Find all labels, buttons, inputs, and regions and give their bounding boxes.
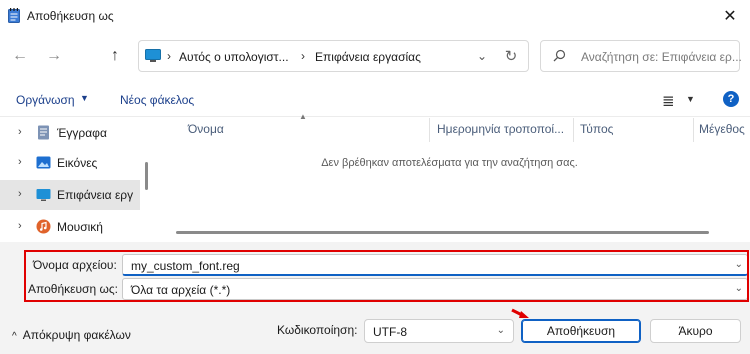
chevron-up-icon: ^ [12, 331, 17, 342]
encoding-label: Κωδικοποίηση: [277, 323, 358, 337]
up-arrow-icon: ↑ [111, 47, 119, 64]
column-header-date[interactable]: Ημερομηνία τροποποί... [437, 122, 564, 140]
breadcrumb-separator: › [301, 49, 305, 63]
sort-ascending-icon: ▲ [299, 112, 307, 121]
chevron-right-icon[interactable]: › [18, 126, 22, 138]
sidebar-item-label: Εικόνες [57, 156, 98, 170]
new-folder-button[interactable]: Νέος φάκελος [120, 93, 194, 107]
desktop-icon [36, 189, 51, 201]
command-bar: Οργάνωση ▼ Νέος φάκελος ≣ ▼ ? [0, 83, 750, 117]
back-button[interactable]: ← [6, 42, 34, 70]
forward-arrow-icon: → [46, 47, 62, 64]
chevron-down-icon: ⌄ [496, 325, 505, 336]
column-divider[interactable] [693, 118, 694, 142]
help-icon: ? [727, 93, 735, 105]
forward-button[interactable]: → [40, 42, 68, 70]
annotation-highlight-box [24, 250, 749, 302]
title-bar: Αποθήκευση ως ✕ [0, 0, 750, 32]
breadcrumb-separator: › [167, 49, 171, 63]
organize-button[interactable]: Οργάνωση [16, 93, 75, 107]
sidebar-item-label: Επιφάνεια εργ [57, 188, 134, 202]
chevron-down-icon: ⌄ [476, 49, 488, 63]
column-divider[interactable] [429, 118, 430, 142]
breadcrumb-desktop[interactable]: Επιφάνεια εργασίας [315, 50, 421, 64]
documents-icon [38, 125, 49, 140]
cancel-button[interactable]: Άκυρο [650, 319, 741, 343]
notepad-icon [8, 8, 20, 23]
search-icon [553, 49, 566, 62]
annotation-arrow-icon [511, 308, 529, 318]
back-arrow-icon: ← [12, 47, 28, 64]
close-button[interactable]: ✕ [710, 0, 750, 32]
pictures-icon [36, 156, 51, 169]
window-title: Αποθήκευση ως [27, 9, 114, 23]
caret-down-icon[interactable]: ▼ [686, 94, 695, 104]
chevron-right-icon[interactable]: › [18, 188, 22, 200]
refresh-icon: ↻ [504, 48, 518, 65]
address-history-button[interactable]: ⌄ [470, 42, 494, 70]
sidebar-item-documents[interactable]: › Έγγραφα [0, 118, 140, 148]
encoding-select[interactable]: UTF-8 ⌄ [364, 319, 514, 343]
sidebar-item-pictures[interactable]: › Εικόνες [0, 148, 140, 178]
sidebar-item-music[interactable]: › Μουσική [0, 212, 140, 242]
caret-down-icon: ▼ [80, 93, 89, 103]
save-button[interactable]: Αποθήκευση [521, 319, 641, 343]
chevron-right-icon[interactable]: › [18, 220, 22, 232]
search-input[interactable]: Αναζήτηση σε: Επιφάνεια ερ... [581, 50, 742, 64]
column-header-name[interactable]: Όνομα [188, 122, 224, 140]
sidebar-item-label: Μουσική [57, 220, 103, 234]
encoding-value: UTF-8 [373, 325, 407, 339]
search-box[interactable]: Αναζήτηση σε: Επιφάνεια ερ... [540, 40, 742, 72]
column-divider[interactable] [573, 118, 574, 142]
computer-icon [145, 49, 161, 62]
empty-results-message: Δεν βρέθηκαν αποτελέσματα για την αναζήτ… [321, 157, 578, 169]
up-button[interactable]: ↑ [101, 42, 129, 70]
breadcrumb-this-pc[interactable]: Αυτός ο υπολογιστ... [179, 50, 289, 64]
help-button[interactable]: ? [723, 91, 739, 107]
column-header-size[interactable]: Μέγεθος [699, 122, 745, 140]
navigation-scrollbar[interactable] [145, 162, 148, 190]
hide-folders-button[interactable]: ^ Απόκρυψη φακέλων [12, 328, 131, 342]
chevron-right-icon[interactable]: › [18, 156, 22, 168]
music-icon [36, 219, 51, 234]
column-header-type[interactable]: Τύπος [580, 122, 613, 140]
close-icon: ✕ [723, 8, 737, 25]
hide-folders-label: Απόκρυψη φακέλων [22, 328, 131, 342]
refresh-button[interactable]: ↻ [497, 42, 525, 70]
horizontal-scrollbar[interactable] [176, 231, 709, 234]
view-options-icon[interactable]: ≣ [662, 92, 675, 110]
sidebar-item-label: Έγγραφα [57, 126, 107, 140]
sidebar-item-desktop[interactable]: › Επιφάνεια εργ [0, 180, 140, 210]
